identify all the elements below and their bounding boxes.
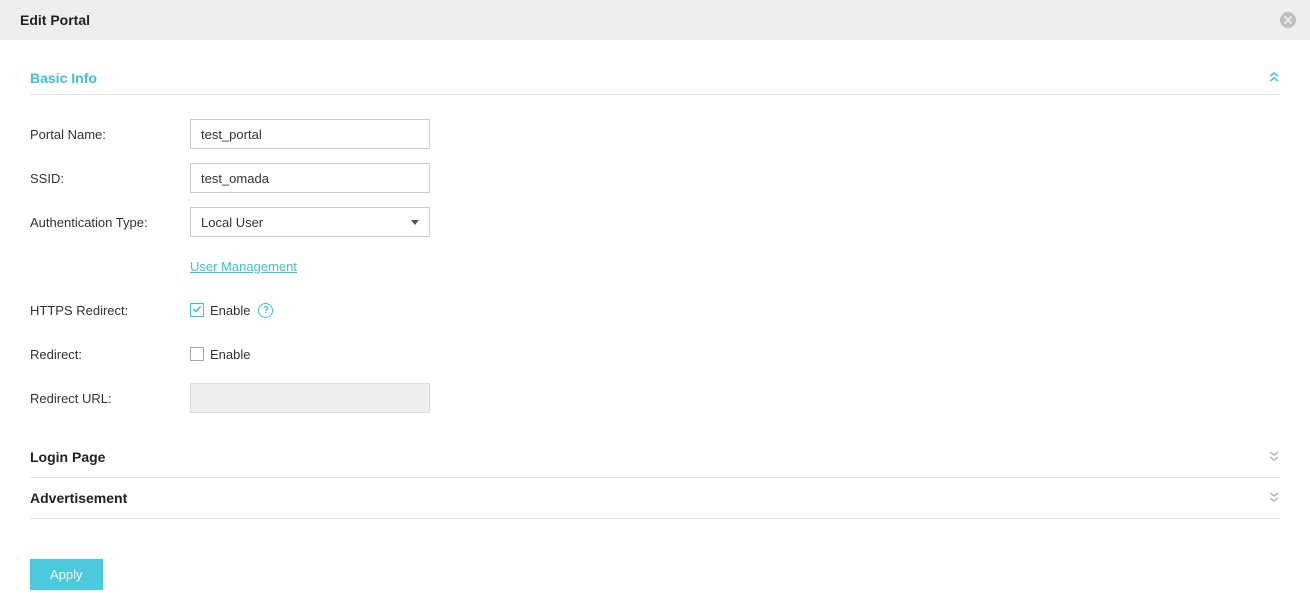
section-title: Advertisement [30, 490, 127, 506]
label-portal-name: Portal Name: [30, 127, 190, 142]
apply-button[interactable]: Apply [30, 559, 103, 590]
https-redirect-checkbox[interactable] [190, 303, 204, 317]
row-redirect: Redirect: Enable [30, 339, 1280, 369]
redirect-control: Enable [190, 347, 258, 362]
section-header-login-page[interactable]: Login Page [30, 437, 1280, 478]
label-ssid: SSID: [30, 171, 190, 186]
label-https-redirect: HTTPS Redirect: [30, 303, 190, 318]
redirect-url-input [190, 383, 430, 413]
row-https-redirect: HTTPS Redirect: Enable ? [30, 295, 1280, 325]
row-redirect-url: Redirect URL: [30, 383, 1280, 413]
close-icon[interactable] [1280, 12, 1296, 28]
user-management-link[interactable]: User Management [190, 259, 297, 274]
section-title: Basic Info [30, 70, 97, 86]
redirect-cb-label: Enable [210, 347, 250, 362]
check-icon [192, 304, 202, 317]
row-auth-type: Authentication Type: Local User [30, 207, 1280, 237]
chevron-down-icon [1268, 451, 1280, 463]
help-icon[interactable]: ? [258, 303, 273, 318]
section-header-advertisement[interactable]: Advertisement [30, 478, 1280, 519]
section-login-page: Login Page [30, 437, 1280, 478]
modal-title: Edit Portal [20, 12, 90, 28]
auth-type-select[interactable]: Local User [190, 207, 430, 237]
chevron-down-icon [411, 220, 419, 225]
https-redirect-control: Enable ? [190, 303, 273, 318]
ssid-input[interactable] [190, 163, 430, 193]
chevron-up-icon [1268, 72, 1280, 84]
chevron-down-icon [1268, 492, 1280, 504]
label-redirect: Redirect: [30, 347, 190, 362]
auth-type-selected: Local User [201, 215, 263, 230]
label-auth-type: Authentication Type: [30, 215, 190, 230]
label-redirect-url: Redirect URL: [30, 391, 190, 406]
row-user-management: User Management [30, 251, 1280, 281]
https-redirect-cb-label: Enable [210, 303, 250, 318]
redirect-checkbox[interactable] [190, 347, 204, 361]
section-basic-info: Basic Info Portal Name: SSID: Authentica… [30, 70, 1280, 413]
modal-body: Basic Info Portal Name: SSID: Authentica… [0, 40, 1310, 610]
section-title: Login Page [30, 449, 105, 465]
row-portal-name: Portal Name: [30, 119, 1280, 149]
section-header-basic-info[interactable]: Basic Info [30, 70, 1280, 95]
row-ssid: SSID: [30, 163, 1280, 193]
portal-name-input[interactable] [190, 119, 430, 149]
section-advertisement: Advertisement [30, 478, 1280, 519]
modal-header: Edit Portal [0, 0, 1310, 40]
